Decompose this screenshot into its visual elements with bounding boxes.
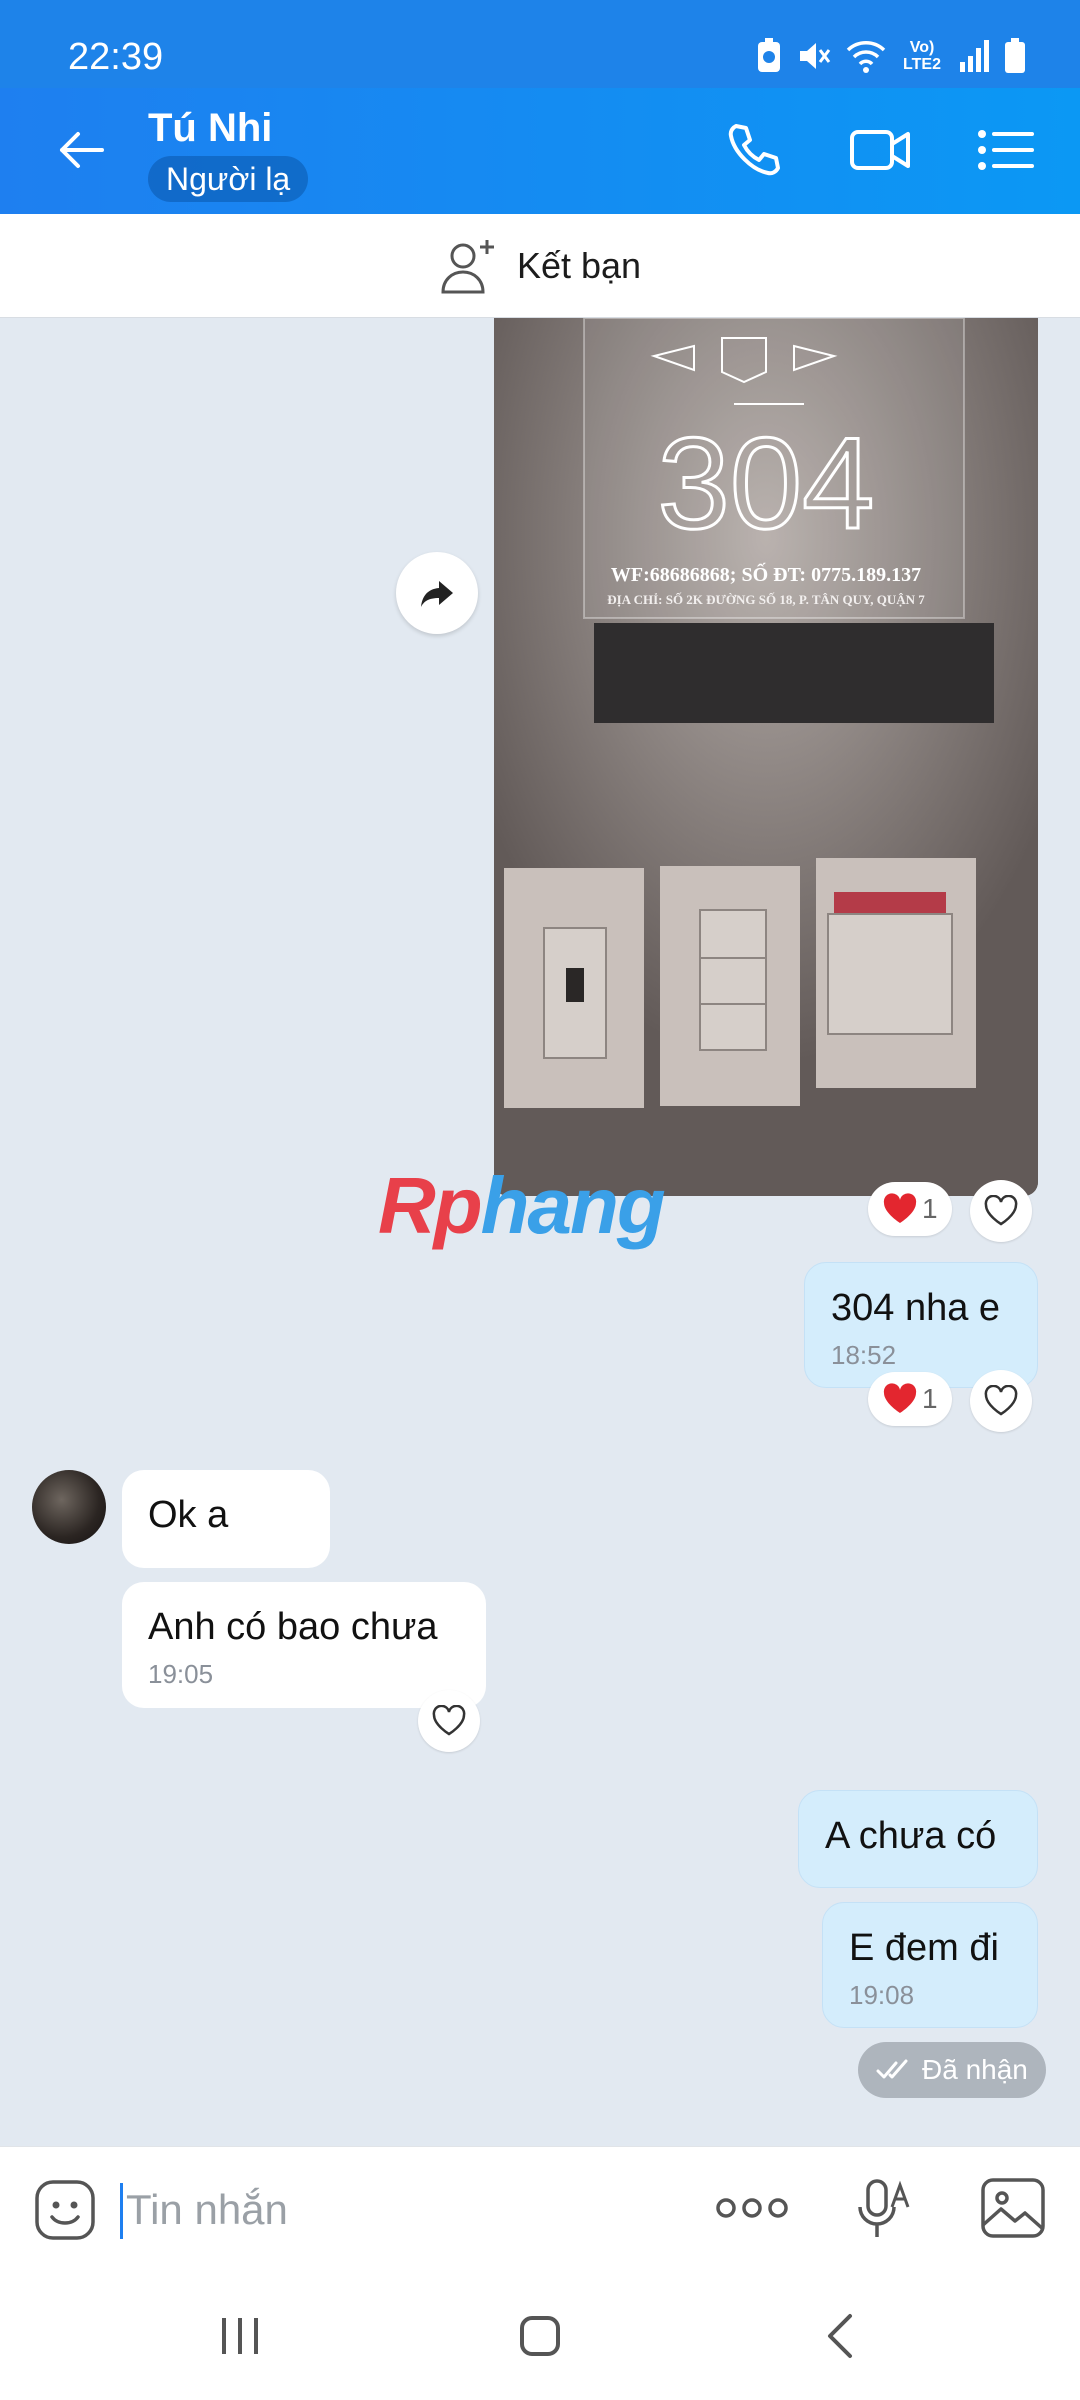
- delivery-status-text: Đã nhận: [922, 2054, 1028, 2085]
- message-text: Anh có bao chưa: [148, 1606, 438, 1648]
- stranger-badge: Người lạ: [148, 156, 309, 202]
- phone-icon: [728, 124, 780, 176]
- sticker-emoji-icon: [35, 2180, 95, 2240]
- message-bubble-incoming[interactable]: Anh có bao chưa 19:05: [122, 1582, 486, 1708]
- message-text: A chưa có: [825, 1815, 997, 1857]
- system-nav-bar: [0, 2272, 1080, 2400]
- message-text: Ok a: [148, 1494, 229, 1536]
- signal-icon: [960, 40, 989, 72]
- heart-outline-icon: [984, 1385, 1018, 1416]
- recent-apps-icon: [222, 2318, 258, 2354]
- menu-button[interactable]: [974, 118, 1038, 182]
- heart-outline-icon: [984, 1195, 1018, 1226]
- contact-name[interactable]: Tú Nhi: [148, 106, 272, 151]
- heart-outline-icon: [432, 1705, 466, 1736]
- home-button[interactable]: [516, 2312, 564, 2365]
- video-camera-icon: [850, 130, 910, 170]
- voice-call-button[interactable]: [722, 118, 786, 182]
- message-time: 19:05: [148, 1659, 214, 1689]
- avatar[interactable]: [32, 1470, 106, 1544]
- voice-to-text-button[interactable]: [854, 2177, 914, 2246]
- double-check-icon: [876, 2059, 908, 2079]
- photo-message[interactable]: 304 WF:68686868; SỐ ĐT: 0775.189.137 ĐỊA…: [494, 318, 1038, 1196]
- share-arrow-icon: [421, 581, 453, 607]
- text-caret: [120, 2183, 123, 2239]
- chat-header: Tú Nhi Người lạ: [0, 88, 1080, 214]
- sign-line-2: ĐỊA CHỈ: SỐ 2K ĐƯỜNG SỐ 18, P. TÂN QUY, …: [607, 592, 925, 607]
- watermark-part2: hang: [480, 1161, 666, 1250]
- message-bubble-outgoing[interactable]: E đem đi 19:08: [822, 1902, 1038, 2028]
- emoji-button[interactable]: [34, 2179, 96, 2246]
- message-reaction-count: 1: [922, 1383, 938, 1414]
- add-friend-bar[interactable]: Kết bạn: [0, 214, 1080, 318]
- mute-icon: [800, 43, 831, 69]
- status-time: 22:39: [68, 36, 164, 78]
- battery-saver-icon: [758, 38, 780, 72]
- image-icon: [981, 2178, 1045, 2238]
- sign-number: 304: [656, 409, 876, 558]
- status-bar: 22:39 Vo) LTE2: [0, 0, 1080, 88]
- message-like-button[interactable]: [418, 1690, 480, 1752]
- message-like-button[interactable]: [970, 1370, 1032, 1432]
- list-menu-icon: [978, 130, 1034, 170]
- more-options-button[interactable]: [714, 2191, 790, 2230]
- message-time: 18:52: [831, 1340, 897, 1370]
- message-time: 19:08: [849, 1980, 915, 2010]
- gallery-button[interactable]: [980, 2177, 1046, 2246]
- microphone-icon: [858, 2179, 910, 2237]
- back-nav-button[interactable]: [818, 2312, 866, 2365]
- add-friend-label: Kết bạn: [516, 244, 642, 286]
- video-call-button[interactable]: [848, 118, 912, 182]
- message-bubble-outgoing[interactable]: A chưa có: [798, 1790, 1038, 1888]
- add-friend-icon: [441, 239, 494, 293]
- message-bubble-incoming[interactable]: Ok a: [122, 1470, 330, 1568]
- photo-reaction[interactable]: 1: [868, 1182, 952, 1236]
- message-input[interactable]: [126, 2177, 686, 2243]
- chat-area[interactable]: 304 WF:68686868; SỐ ĐT: 0775.189.137 ĐỊA…: [0, 318, 1080, 2146]
- back-arrow-icon: [60, 132, 104, 168]
- sign-line-1: WF:68686868; SỐ ĐT: 0775.189.137: [610, 564, 922, 586]
- forward-button[interactable]: [396, 552, 478, 634]
- watermark-logo: Rphang: [378, 1160, 666, 1252]
- watermark-part1: Rp: [378, 1161, 483, 1250]
- delivery-status-badge: Đã nhận: [858, 2042, 1046, 2098]
- recent-apps-button[interactable]: [216, 2312, 264, 2365]
- status-icons: Vo) LTE2: [756, 38, 1026, 74]
- wifi-icon: [846, 41, 886, 73]
- more-dots-icon: [716, 2198, 788, 2218]
- photo-like-button[interactable]: [970, 1180, 1032, 1242]
- back-chevron-icon: [828, 2314, 852, 2358]
- message-text: 304 nha e: [831, 1287, 1001, 1329]
- photo-reaction-count: 1: [922, 1193, 938, 1224]
- back-button[interactable]: [52, 120, 112, 180]
- message-reaction[interactable]: 1: [868, 1372, 952, 1426]
- message-input-bar: [0, 2146, 1080, 2272]
- network-label: Vo) LTE2: [903, 39, 941, 73]
- message-text: E đem đi: [849, 1927, 999, 1969]
- home-icon: [520, 2316, 560, 2356]
- battery-icon: [1005, 38, 1025, 73]
- heart-filled-icon: [883, 1383, 917, 1413]
- heart-filled-icon: [883, 1193, 917, 1223]
